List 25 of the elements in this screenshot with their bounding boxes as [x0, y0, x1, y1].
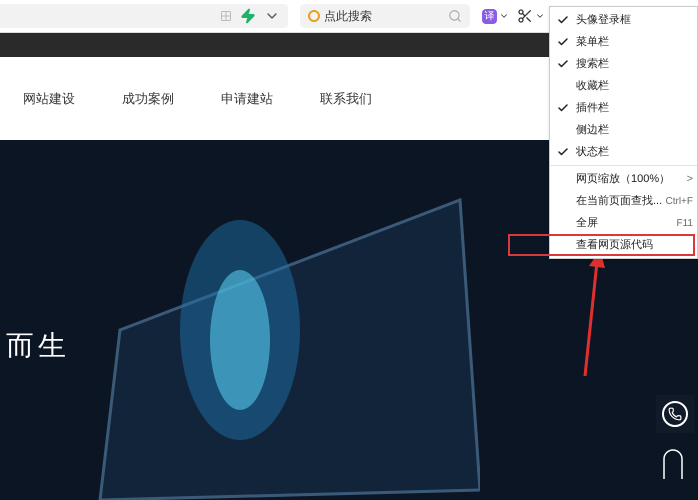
search-input[interactable]: 点此搜索 — [324, 7, 444, 25]
menu-item[interactable]: 查看网页源代码 — [508, 234, 695, 256]
shortcut-text: Ctrl+F — [666, 194, 693, 208]
menu-item[interactable]: 收藏栏 — [550, 75, 697, 97]
menu-item[interactable]: 头像登录框 — [550, 9, 697, 31]
nav-link[interactable]: 成功案例 — [122, 88, 174, 108]
menu-item[interactable]: 菜单栏 — [550, 31, 697, 53]
submenu-arrow: > — [686, 172, 693, 187]
menu-item[interactable]: 状态栏 — [550, 141, 697, 163]
menu-item[interactable]: 在当前页面查找... Ctrl+F — [550, 190, 697, 212]
phone-icon — [668, 407, 682, 421]
menu-item[interactable]: 网页缩放（100%） > — [550, 168, 697, 190]
nav-link[interactable]: 申请建站 — [221, 88, 273, 108]
menu-item[interactable]: 插件栏 — [550, 97, 697, 119]
menu-item[interactable]: 侧边栏 — [550, 119, 697, 141]
nav-link[interactable]: 网站建设 — [23, 88, 75, 108]
phone-button[interactable] — [656, 395, 694, 433]
translate-button[interactable]: 译 — [482, 8, 497, 24]
hero-headline: 而生 — [6, 329, 70, 363]
nav-link[interactable]: 联系我们 — [320, 88, 372, 108]
search-field[interactable]: 点此搜索 — [300, 4, 470, 28]
menu-item[interactable]: 搜索栏 — [550, 53, 697, 75]
menu-item[interactable]: 全屏 F11 — [550, 212, 697, 234]
shortcut-text: F11 — [676, 216, 693, 230]
scissors-icon[interactable] — [517, 8, 533, 24]
